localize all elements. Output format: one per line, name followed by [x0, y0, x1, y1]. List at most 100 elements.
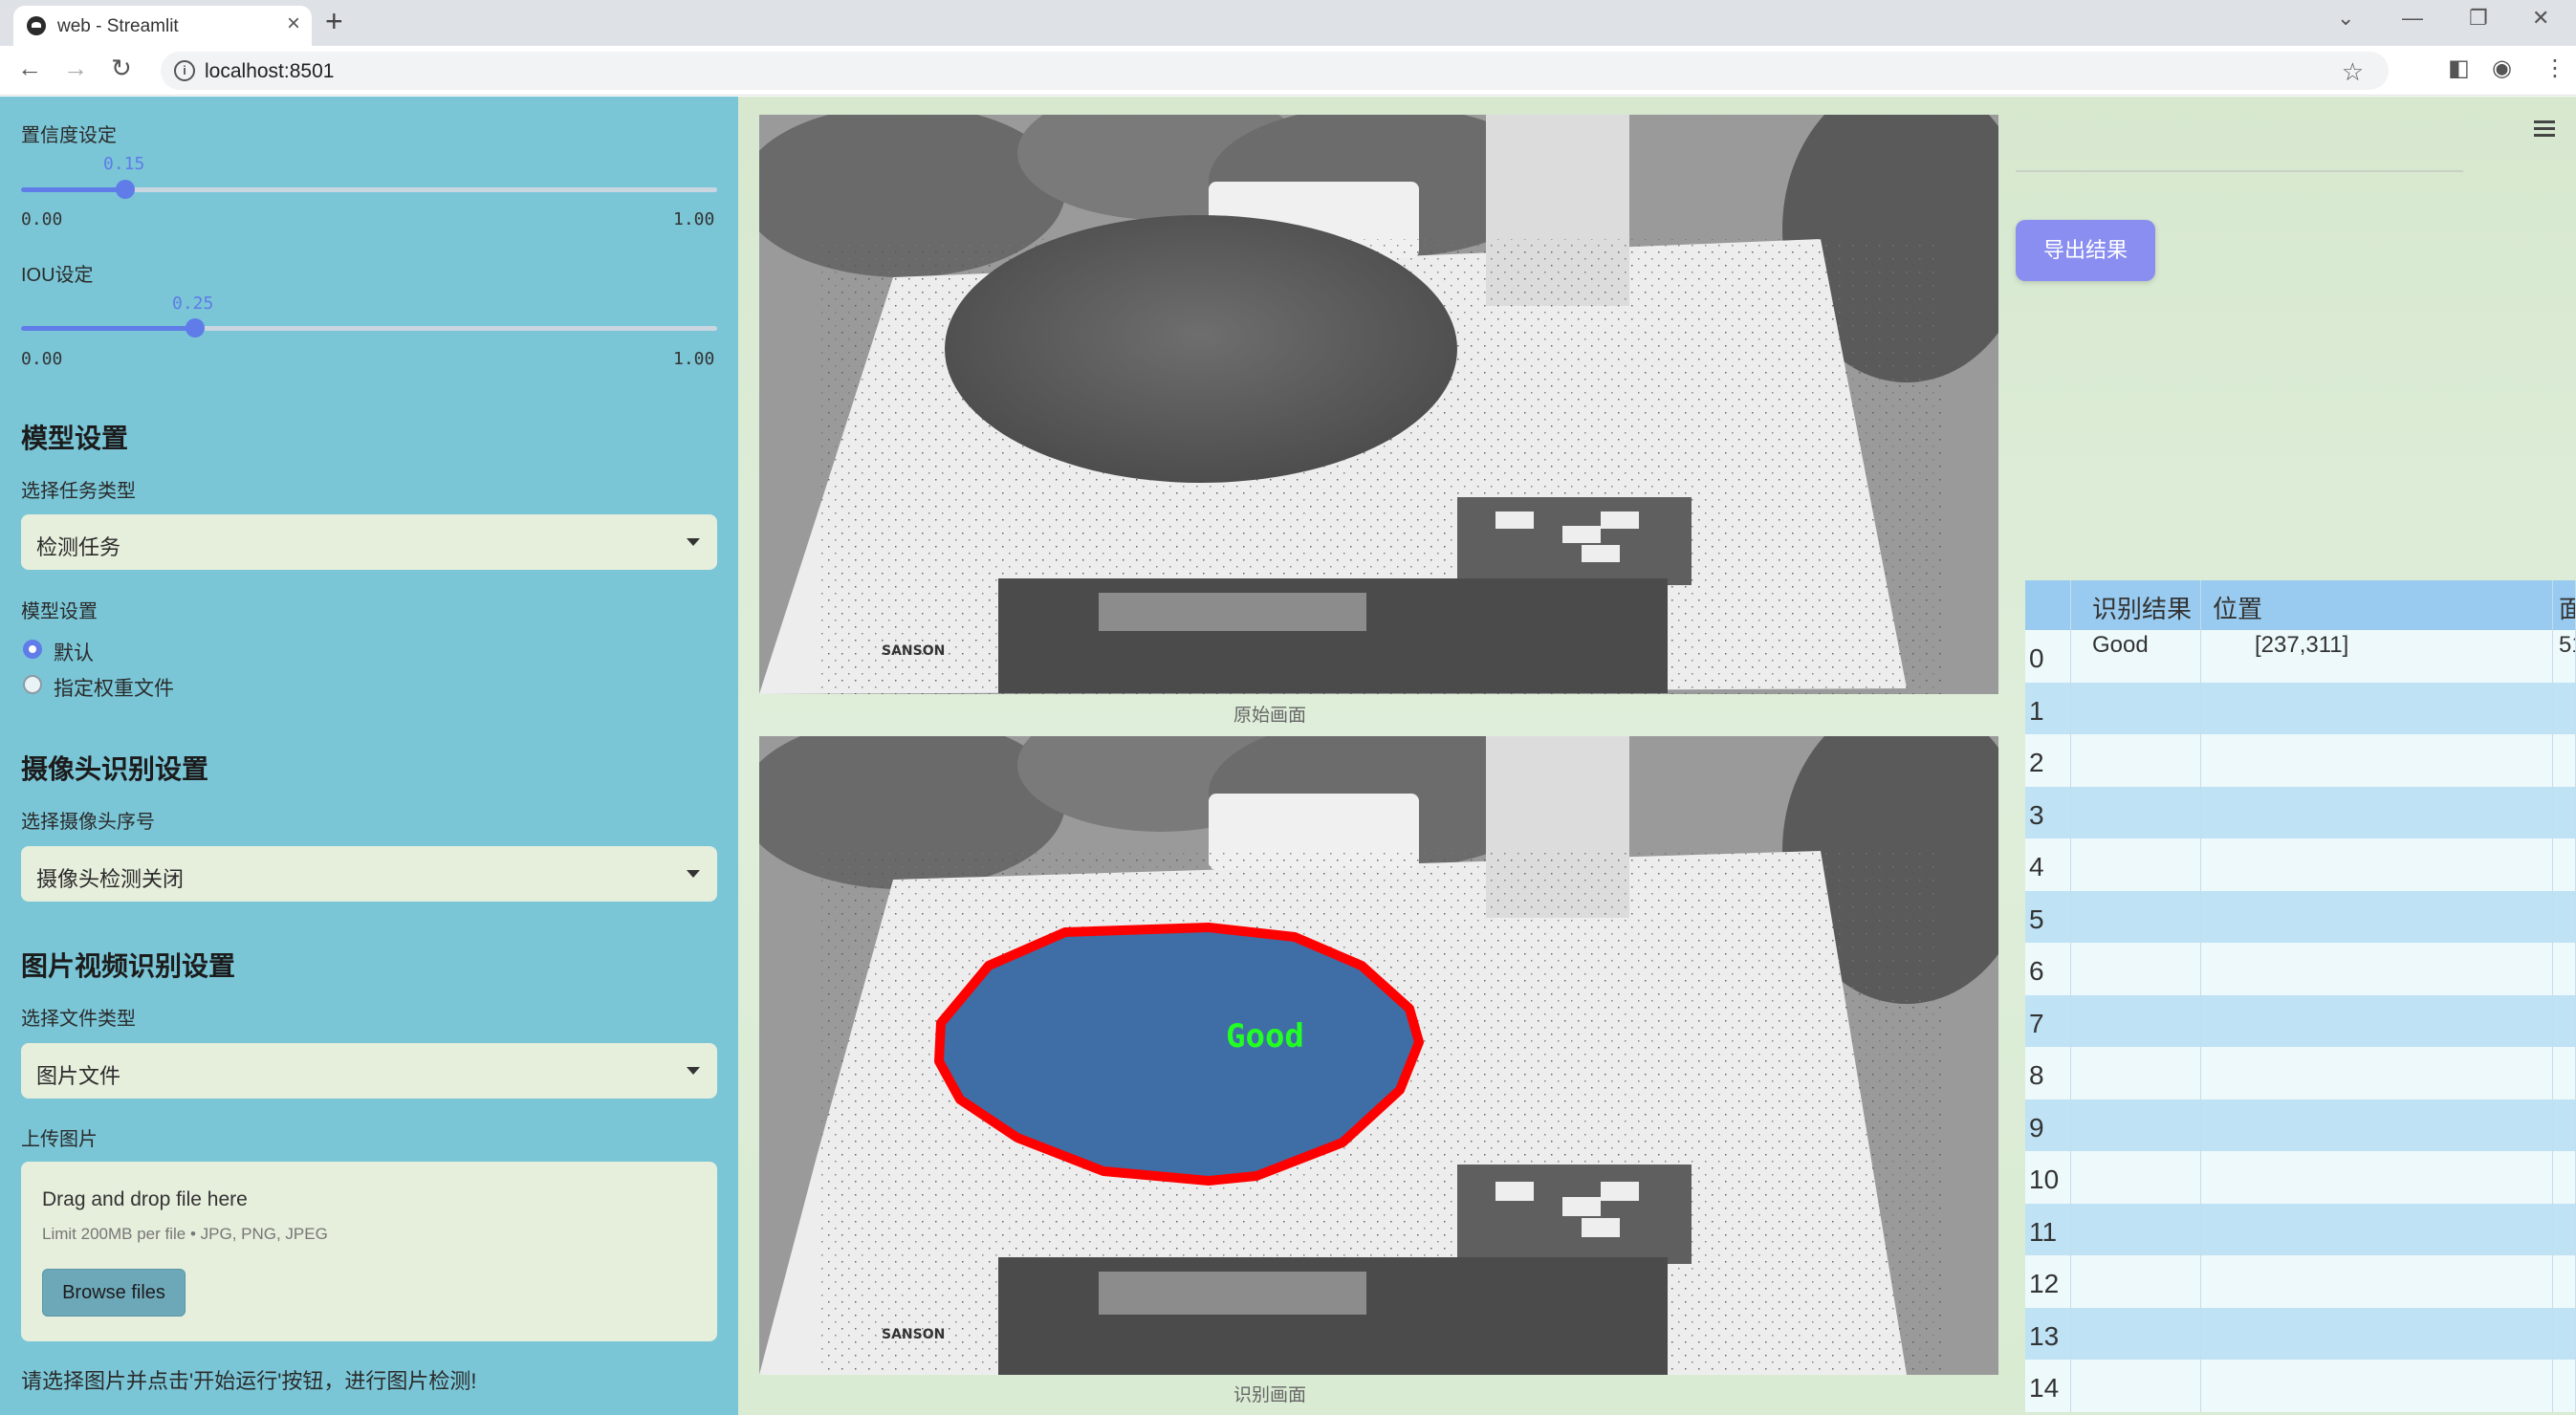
table-row[interactable]: 13 [2025, 1307, 2576, 1360]
camera-select[interactable]: 摄像头检测关闭 [21, 846, 717, 902]
table-row[interactable]: 4 [2025, 838, 2576, 891]
row-index[interactable]: 3 [2025, 786, 2071, 838]
cell-position[interactable] [2201, 786, 2553, 838]
header-result[interactable]: 识别结果 [2071, 580, 2201, 630]
cell-position[interactable] [2201, 1360, 2553, 1412]
cell-result[interactable] [2071, 734, 2201, 787]
cell-position[interactable] [2201, 943, 2553, 995]
minimize-icon[interactable]: — [2402, 8, 2423, 29]
url-bar[interactable]: i localhost:8501 ☆ [161, 52, 2389, 90]
task-type-select[interactable]: 检测任务 [21, 514, 717, 570]
cell-area[interactable] [2553, 734, 2576, 787]
reload-icon[interactable]: ↻ [111, 55, 132, 80]
row-index[interactable]: 2 [2025, 734, 2071, 787]
table-row[interactable]: 14 [2025, 1360, 2576, 1412]
cell-position[interactable] [2201, 1099, 2553, 1151]
cell-result[interactable] [2071, 1151, 2201, 1204]
cell-position[interactable]: [237,311] [2201, 630, 2553, 683]
cell-result[interactable] [2071, 786, 2201, 838]
new-tab-icon[interactable]: + [325, 6, 343, 36]
browser-menu-icon[interactable]: ⋮ [2543, 57, 2566, 80]
forward-icon[interactable]: → [63, 55, 88, 80]
export-results-button[interactable]: 导出结果 [2016, 220, 2155, 281]
restore-icon[interactable]: ❐ [2469, 8, 2488, 29]
row-index[interactable]: 11 [2025, 1203, 2071, 1255]
cell-result[interactable] [2071, 1307, 2201, 1360]
cell-position[interactable] [2201, 1151, 2553, 1204]
cell-result[interactable] [2071, 943, 2201, 995]
url-text[interactable]: localhost:8501 [205, 60, 334, 83]
row-index[interactable]: 0 [2025, 630, 2071, 683]
file-dropzone[interactable]: Drag and drop file here Limit 200MB per … [21, 1162, 717, 1341]
iou-slider-thumb[interactable] [186, 318, 205, 337]
cell-result[interactable] [2071, 682, 2201, 734]
close-tab-icon[interactable]: × [287, 12, 300, 35]
side-panel-icon[interactable]: ◧ [2448, 57, 2470, 80]
cell-area[interactable] [2553, 682, 2576, 734]
file-type-select[interactable]: 图片文件 [21, 1043, 717, 1099]
cell-position[interactable] [2201, 890, 2553, 943]
table-row[interactable]: 7 [2025, 994, 2576, 1047]
table-row[interactable]: 2 [2025, 734, 2576, 787]
confidence-slider[interactable] [21, 180, 717, 199]
cell-result[interactable] [2071, 890, 2201, 943]
tab-search-chevron-icon[interactable]: ⌄ [2337, 8, 2354, 29]
row-index[interactable]: 5 [2025, 890, 2071, 943]
table-row[interactable]: 12 [2025, 1255, 2576, 1308]
profile-avatar-icon[interactable]: ◉ [2492, 57, 2512, 80]
cell-result[interactable] [2071, 1255, 2201, 1308]
row-index[interactable]: 12 [2025, 1255, 2071, 1308]
table-row[interactable]: 5 [2025, 890, 2576, 943]
bookmark-star-icon[interactable]: ☆ [2342, 57, 2364, 87]
row-index[interactable]: 10 [2025, 1151, 2071, 1204]
cell-area[interactable] [2553, 786, 2576, 838]
cell-area[interactable] [2553, 1151, 2576, 1204]
cell-area[interactable] [2553, 1255, 2576, 1308]
row-index[interactable]: 8 [2025, 1047, 2071, 1099]
confidence-slider-thumb[interactable] [116, 180, 135, 199]
cell-position[interactable] [2201, 994, 2553, 1047]
hamburger-menu-icon[interactable] [2534, 120, 2555, 141]
cell-area[interactable] [2553, 994, 2576, 1047]
site-info-icon[interactable]: i [174, 60, 195, 81]
cell-result[interactable]: Good [2071, 630, 2201, 683]
table-row[interactable]: 10 [2025, 1151, 2576, 1204]
radio-checked-icon[interactable] [23, 640, 42, 659]
iou-slider[interactable] [21, 318, 717, 337]
cell-area[interactable] [2553, 1307, 2576, 1360]
row-index[interactable]: 4 [2025, 838, 2071, 891]
close-window-icon[interactable]: ✕ [2532, 8, 2549, 29]
browse-files-button[interactable]: Browse files [42, 1269, 186, 1317]
cell-area[interactable] [2553, 1047, 2576, 1099]
row-index[interactable]: 6 [2025, 943, 2071, 995]
cell-position[interactable] [2201, 1047, 2553, 1099]
table-row[interactable]: 3 [2025, 786, 2576, 838]
table-row[interactable]: 0Good[237,311]51549 [2025, 630, 2576, 683]
cell-area[interactable] [2553, 890, 2576, 943]
cell-position[interactable] [2201, 838, 2553, 891]
radio-unchecked-icon[interactable] [23, 675, 42, 694]
cell-area[interactable] [2553, 1099, 2576, 1151]
cell-result[interactable] [2071, 1203, 2201, 1255]
back-icon[interactable]: ← [17, 55, 42, 80]
cell-position[interactable] [2201, 1307, 2553, 1360]
cell-position[interactable] [2201, 1203, 2553, 1255]
row-index[interactable]: 13 [2025, 1307, 2071, 1360]
header-position[interactable]: 位置 [2201, 580, 2553, 630]
row-index[interactable]: 9 [2025, 1099, 2071, 1151]
table-row[interactable]: 9 [2025, 1099, 2576, 1151]
cell-result[interactable] [2071, 838, 2201, 891]
cell-area[interactable] [2553, 838, 2576, 891]
table-row[interactable]: 8 [2025, 1047, 2576, 1099]
cell-result[interactable] [2071, 994, 2201, 1047]
table-row[interactable]: 6 [2025, 943, 2576, 995]
cell-area[interactable] [2553, 1360, 2576, 1412]
header-area[interactable]: 面积 [2553, 580, 2576, 630]
row-index[interactable]: 14 [2025, 1360, 2071, 1412]
cell-position[interactable] [2201, 1255, 2553, 1308]
table-row[interactable]: 1 [2025, 682, 2576, 734]
cell-position[interactable] [2201, 734, 2553, 787]
browser-tab[interactable]: web - Streamlit × [13, 6, 312, 46]
cell-position[interactable] [2201, 682, 2553, 734]
cell-result[interactable] [2071, 1047, 2201, 1099]
